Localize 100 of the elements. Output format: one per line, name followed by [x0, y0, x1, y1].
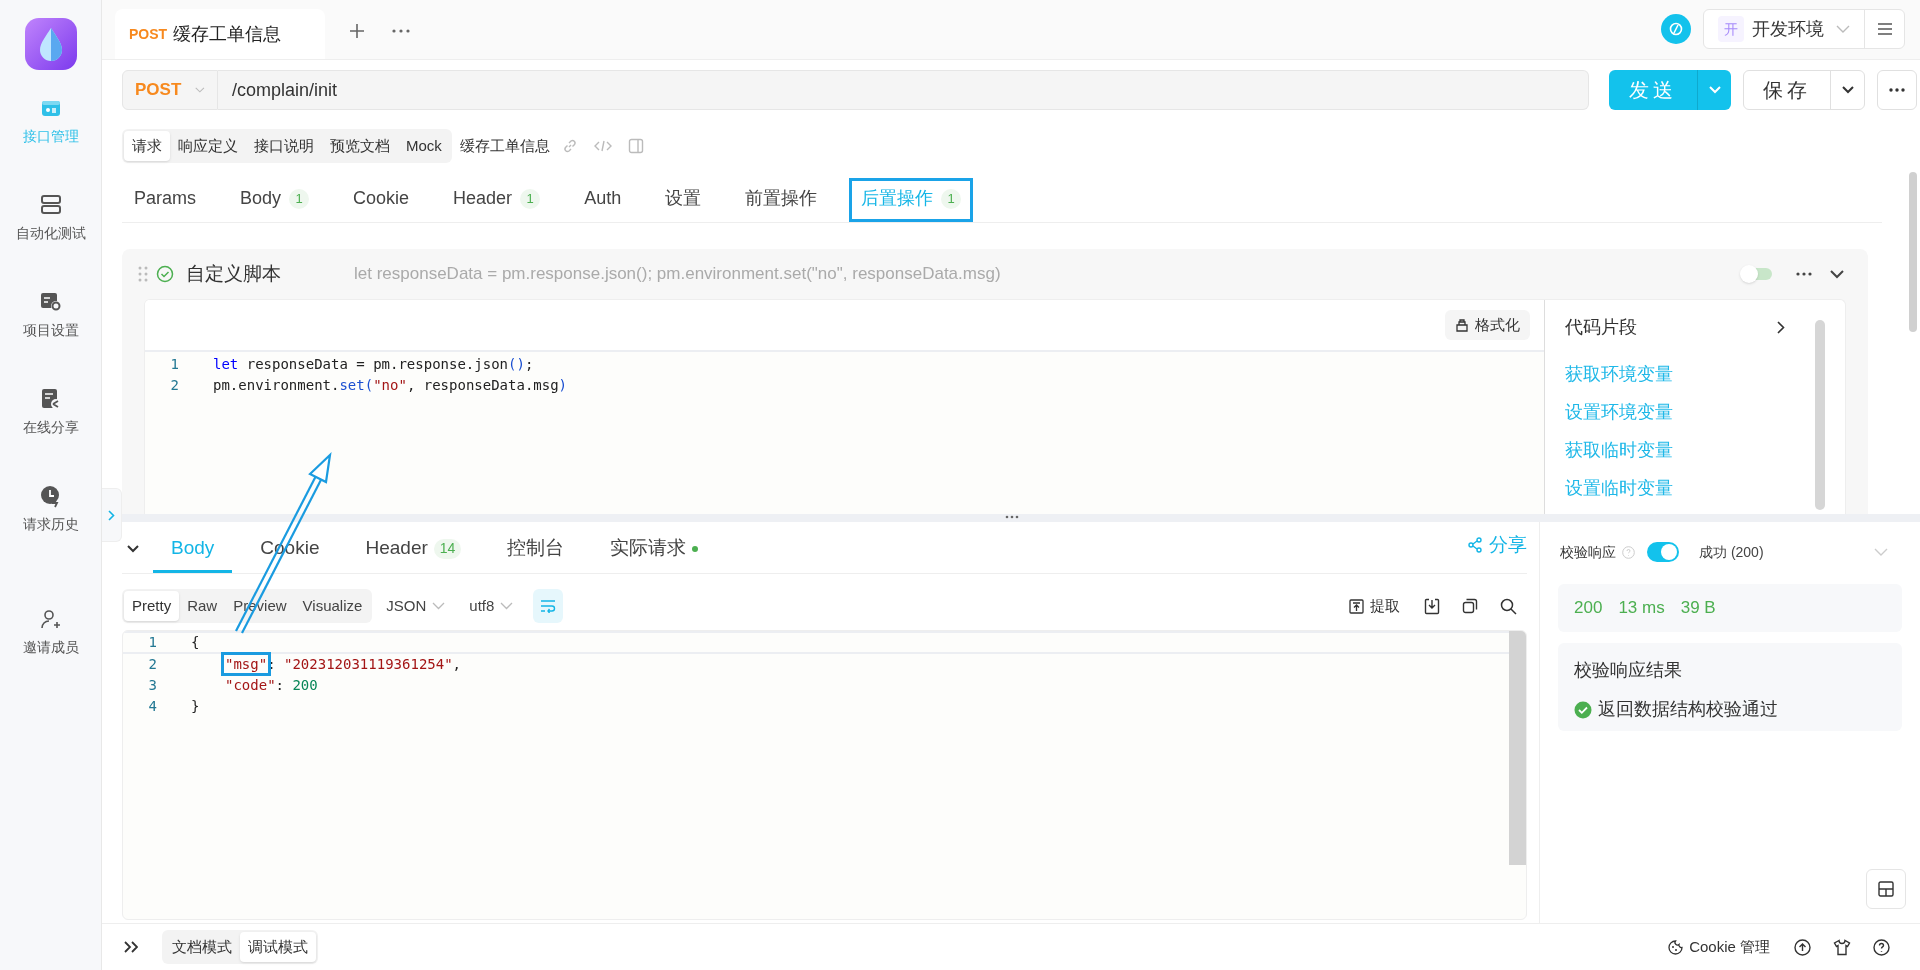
panel-icon[interactable]	[627, 138, 644, 154]
code-line: pm.environment.set("no", responseData.msg)	[213, 376, 568, 395]
view-tab[interactable]: Mock	[398, 131, 450, 161]
scrollbar[interactable]	[1815, 320, 1825, 510]
search-icon[interactable]	[1500, 597, 1517, 615]
sync-button[interactable]	[1661, 14, 1691, 44]
request-tab[interactable]: Params	[122, 178, 208, 222]
result-message: 返回数据结构校验通过	[1598, 698, 1778, 721]
broom-icon	[1455, 318, 1469, 332]
code-line: "msg": "202312031119361254",	[191, 654, 462, 675]
chevron-down-icon	[1708, 86, 1721, 94]
copy-icon[interactable]	[1462, 598, 1478, 614]
count-badge: 14	[433, 538, 462, 559]
request-tab[interactable]: Cookie	[341, 178, 422, 222]
sidebar-expand-button[interactable]	[102, 488, 122, 542]
chevron-down-icon[interactable]	[1830, 269, 1844, 279]
code-line: {	[191, 633, 200, 652]
page-scrollbar[interactable]	[1909, 172, 1917, 332]
upload-circle-icon[interactable]	[1794, 938, 1811, 956]
code-icon[interactable]	[593, 139, 612, 153]
format-select[interactable]: JSON	[386, 594, 446, 618]
chevron-right-icon	[108, 509, 115, 521]
response-tab[interactable]: Header 14	[347, 527, 480, 573]
view-tab[interactable]: 预览文档	[322, 131, 398, 161]
count-badge: 1	[289, 188, 310, 209]
sidebar-item[interactable]: 请求历史	[0, 478, 101, 541]
cookie-manager-button[interactable]: Cookie 管理	[1668, 935, 1770, 959]
request-tab[interactable]: Auth	[572, 178, 634, 222]
response-tab[interactable]: 实际请求	[592, 527, 717, 573]
line-number: 4	[147, 697, 157, 716]
validation-toggle[interactable]	[1647, 542, 1679, 562]
sidebar-item[interactable]: 在线分享	[0, 381, 101, 444]
drag-handle-icon[interactable]	[138, 266, 148, 282]
request-tab[interactable]: Header 1	[441, 178, 553, 222]
wrap-button[interactable]	[533, 589, 564, 623]
view-tab[interactable]: 接口说明	[246, 131, 322, 161]
wrap-icon	[540, 599, 557, 613]
format-tab[interactable]: Visualize	[294, 591, 371, 621]
validation-result: 成功 (200)	[1699, 542, 1764, 562]
api-name: 缓存工单信息	[459, 135, 550, 156]
check-circle-icon	[1574, 700, 1592, 719]
link-icon[interactable]	[561, 138, 578, 154]
validation-label: 校验响应	[1560, 542, 1616, 562]
script-title: 自定义脚本	[186, 261, 282, 286]
sidebar-item[interactable]: 自动化测试	[0, 187, 101, 250]
response-time: 13 ms	[1618, 597, 1665, 620]
response-tab[interactable]: 控制台	[489, 527, 583, 573]
more-icon	[1889, 88, 1905, 92]
mode-tab[interactable]: 文档模式	[164, 932, 240, 962]
cookie-icon	[1668, 939, 1684, 955]
request-tab[interactable]: 设置	[653, 178, 714, 222]
chevron-down-icon	[195, 86, 205, 94]
sidebar-item[interactable]: 项目设置	[0, 284, 101, 347]
view-tab[interactable]: 响应定义	[170, 131, 246, 161]
document-tab[interactable]: POST 缓存工单信息	[115, 9, 325, 59]
mode-tab[interactable]: 调试模式	[240, 932, 316, 962]
help-icon[interactable]	[1873, 938, 1890, 956]
line-number: 2	[169, 376, 179, 395]
view-tab[interactable]: 请求	[124, 131, 170, 161]
more-icon	[392, 29, 410, 33]
url-field[interactable]: /complain/init	[218, 70, 1589, 110]
chevron-down-icon	[432, 602, 446, 610]
count-badge: 1	[520, 188, 541, 209]
expand-icon[interactable]	[124, 941, 138, 953]
format-tab[interactable]: Pretty	[124, 591, 180, 621]
more-icon[interactable]	[1796, 272, 1812, 276]
check-circle-icon	[156, 265, 174, 283]
chevron-right-icon[interactable]	[1777, 321, 1785, 334]
add-user-icon	[38, 607, 63, 631]
request-tab[interactable]: Body 1	[228, 178, 322, 222]
encoding-select[interactable]: utf8	[469, 594, 514, 618]
server-icon	[38, 193, 63, 217]
code-line: "code": 200	[224, 676, 318, 695]
chevron-down-icon	[1841, 86, 1854, 94]
line-number: 2	[147, 655, 157, 674]
count-badge: 1	[941, 188, 962, 209]
line-number: 3	[147, 676, 157, 695]
extract-button[interactable]: 提取	[1349, 594, 1400, 618]
collapse-icon[interactable]	[127, 545, 139, 553]
layout-icon	[1878, 881, 1894, 897]
app-logo	[24, 18, 77, 70]
scrollbar[interactable]	[1509, 631, 1526, 865]
sidebar-item[interactable]: 邀请成员	[0, 601, 101, 664]
request-tab[interactable]: 前置操作	[733, 178, 830, 222]
status-code: 200	[1574, 597, 1603, 620]
download-icon[interactable]	[1424, 597, 1440, 615]
plus-icon	[348, 22, 366, 40]
result-title: 校验响应结果	[1574, 659, 1683, 682]
layout-button[interactable]	[1866, 869, 1906, 909]
format-tab[interactable]: Raw	[179, 591, 226, 621]
script-preview: let responseData = pm.response.json(); pm.environment.set("no", responseData.msg)	[354, 263, 1001, 286]
more-button[interactable]	[1877, 70, 1917, 110]
save-button[interactable]: 保存	[1744, 71, 1830, 109]
shirt-icon[interactable]	[1833, 938, 1851, 956]
line-number: 1	[169, 355, 179, 374]
settings-icon	[38, 290, 63, 314]
snippets-title: 代码片段	[1565, 316, 1637, 339]
resize-handle-icon[interactable]	[1005, 515, 1019, 519]
share-icon	[1467, 536, 1483, 553]
format-button[interactable]: 格式化	[1445, 310, 1530, 340]
